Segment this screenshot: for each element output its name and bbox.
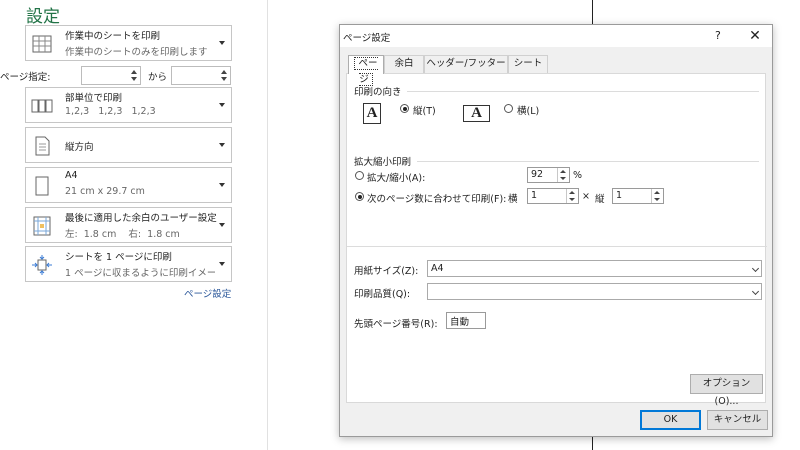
margins-dropdown[interactable]: 最後に適用した余白のユーザー設定 左: 1.8 cm 右: 1.8 cm <box>25 207 232 243</box>
sheet-grid-icon <box>32 35 52 53</box>
orientation-dropdown[interactable]: 縦方向 <box>25 127 232 163</box>
dropdown-arrow-icon <box>219 262 225 266</box>
margins-icon <box>33 216 51 236</box>
paper-size-label: 用紙サイズ(Z): <box>354 266 419 277</box>
help-button[interactable]: ? <box>715 29 721 42</box>
paper-size-combo[interactable]: A4 <box>427 260 762 277</box>
spin-down-icon[interactable] <box>131 77 137 81</box>
pages-from-input[interactable] <box>81 66 141 85</box>
separator <box>347 246 767 247</box>
pages-range-row: ページ指定: から <box>0 66 232 86</box>
scaling-title: シートを 1 ページに印刷 <box>65 252 172 263</box>
page-setup-dialog: ページ設定 ? ✕ ページ 余白 ヘッダー/フッター シート 印刷の向き A 縦… <box>339 24 773 437</box>
cancel-button[interactable]: キャンセル <box>707 410 768 430</box>
tab-margins[interactable]: 余白 <box>384 55 424 73</box>
dropdown-arrow-icon <box>219 183 225 187</box>
orientation-title: 縦方向 <box>65 142 94 153</box>
fit-tall-label: 縦 <box>595 194 605 205</box>
settings-title: 設定 <box>26 7 60 27</box>
dropdown-arrow-icon <box>219 223 225 227</box>
close-icon[interactable]: ✕ <box>744 26 766 46</box>
adjust-spinner[interactable] <box>557 168 568 182</box>
print-quality-label: 印刷品質(Q): <box>354 289 411 300</box>
fit-label[interactable]: 次のページ数に合わせて印刷(F): <box>367 191 506 205</box>
spin-up-icon[interactable] <box>131 70 137 74</box>
collate-desc: 1,2,3 1,2,3 1,2,3 <box>65 106 156 117</box>
collated-pages-icon <box>31 99 53 113</box>
ok-button[interactable]: OK <box>640 410 701 430</box>
portrait-a-icon: A <box>363 103 381 124</box>
fit-tall-spinner[interactable] <box>651 189 662 203</box>
dropdown-arrow-icon <box>219 143 225 147</box>
portrait-radio[interactable] <box>400 104 409 113</box>
dropdown-arrow-icon <box>219 41 225 45</box>
print-what-desc: 作業中のシートのみを印刷します <box>65 47 208 58</box>
dropdown-arrow-icon <box>219 103 225 107</box>
scaling-group-label: 拡大縮小印刷 <box>354 157 412 168</box>
times-sign: × <box>582 191 590 202</box>
scaling-desc: 1 ページに収まるように印刷イメー… <box>65 268 215 279</box>
first-page-label: 先頭ページ番号(R): <box>354 319 438 330</box>
tab-header-footer[interactable]: ヘッダー/フッター <box>424 55 508 73</box>
separator <box>417 161 759 162</box>
page-tab-panel: 印刷の向き A 縦(T) A 横(L) 拡大縮小印刷 拡大/縮小(A): 92 … <box>346 73 767 407</box>
pages-label: ページ指定: <box>0 72 51 83</box>
collate-dropdown[interactable]: 部単位で印刷 1,2,3 1,2,3 1,2,3 <box>25 87 232 123</box>
landscape-radio[interactable] <box>504 104 513 113</box>
adjust-label[interactable]: 拡大/縮小(A): <box>367 170 425 184</box>
chevron-down-icon <box>751 287 760 296</box>
fit-wide-spinner[interactable] <box>566 189 577 203</box>
dialog-titlebar[interactable]: ページ設定 ? ✕ <box>340 25 772 47</box>
pages-to-input[interactable] <box>171 66 231 85</box>
first-page-input[interactable]: 自動 <box>446 312 486 329</box>
fit-radio[interactable] <box>355 192 364 201</box>
tab-page[interactable]: ページ <box>348 55 384 86</box>
paper-size-title: A4 <box>65 170 78 181</box>
page-setup-link[interactable]: ページ設定 <box>184 286 231 300</box>
fit-to-page-icon <box>32 255 52 275</box>
margins-title: 最後に適用した余白のユーザー設定 <box>65 213 217 224</box>
spin-down-icon[interactable] <box>221 77 227 81</box>
tab-sheet[interactable]: シート <box>508 55 548 73</box>
spin-up-icon[interactable] <box>221 70 227 74</box>
portrait-label[interactable]: 縦(T) <box>413 103 436 117</box>
print-quality-combo[interactable] <box>427 283 762 300</box>
landscape-a-icon: A <box>463 105 490 122</box>
scaling-dropdown[interactable]: シートを 1 ページに印刷 1 ページに収まるように印刷イメー… <box>25 246 232 282</box>
fit-wide-input[interactable]: 1 <box>527 188 579 204</box>
paper-size-desc: 21 cm x 29.7 cm <box>65 186 145 197</box>
print-what-dropdown[interactable]: 作業中のシートを印刷 作業中のシートのみを印刷します <box>25 25 232 61</box>
adjust-percent-input[interactable]: 92 <box>527 167 570 183</box>
portrait-page-icon <box>35 136 50 156</box>
chevron-down-icon <box>751 264 760 273</box>
print-what-title: 作業中のシートを印刷 <box>65 31 161 42</box>
print-settings-panel: 設定 作業中のシートを印刷 作業中のシートのみを印刷します ページ指定: から <box>0 0 268 450</box>
margins-desc: 左: 1.8 cm 右: 1.8 cm <box>65 229 180 240</box>
separator <box>407 91 759 92</box>
fit-tall-input[interactable]: 1 <box>612 188 664 204</box>
collate-title: 部単位で印刷 <box>65 93 123 104</box>
adjust-radio[interactable] <box>355 171 364 180</box>
pages-to-label: から <box>148 72 168 83</box>
landscape-label[interactable]: 横(L) <box>517 103 539 117</box>
fit-wide-label: 横 <box>508 194 518 205</box>
options-button[interactable]: オプション(O)... <box>690 374 763 407</box>
paper-icon <box>35 176 49 196</box>
dialog-title: ページ設定 <box>343 33 391 44</box>
paper-size-dropdown[interactable]: A4 21 cm x 29.7 cm <box>25 167 232 203</box>
percent-sign: % <box>573 170 583 181</box>
